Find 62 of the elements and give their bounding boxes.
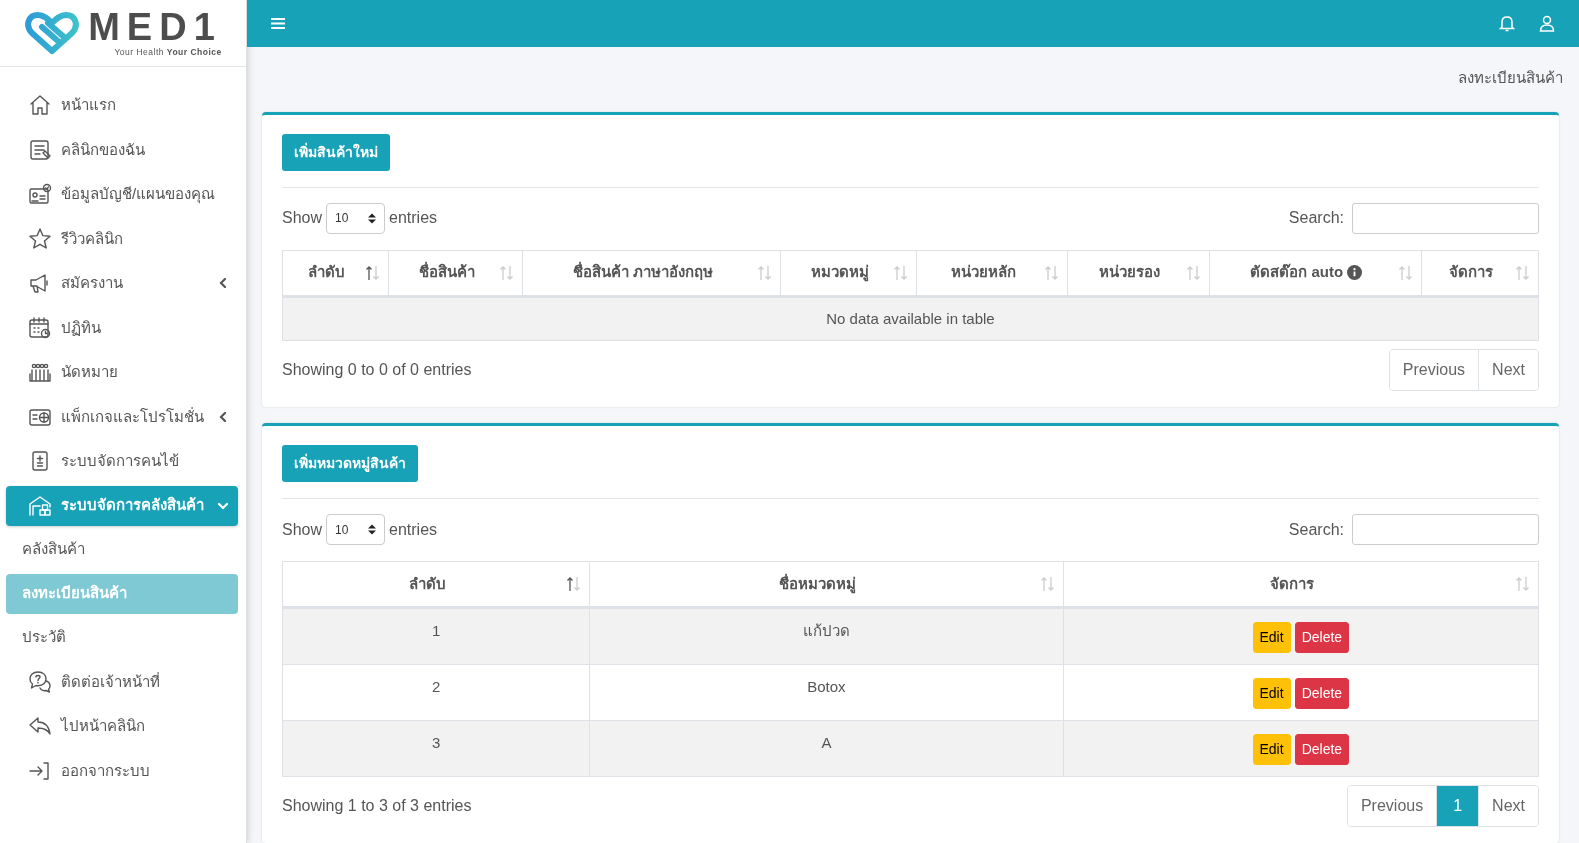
heart-logo-icon [24, 11, 81, 55]
entries-label: entries [389, 519, 438, 540]
chevron-left-icon [218, 411, 228, 422]
delete-button[interactable]: Delete [1294, 734, 1350, 765]
show-label: Show [282, 208, 323, 228]
menu-icon[interactable] [271, 17, 285, 30]
sidebar-item[interactable]: ไปหน้าคลินิก [6, 704, 238, 749]
updown-caret-icon [368, 212, 377, 224]
chevron-left-icon [218, 278, 228, 289]
warehouse-icon [28, 493, 52, 518]
bell-icon[interactable] [1499, 15, 1515, 32]
sidebar-item[interactable]: สมัครงาน [6, 261, 238, 306]
table-cell: 3 [282, 720, 590, 777]
sidebar-item[interactable]: ข้อมูลบัญชี/แผนของคุณ [6, 172, 238, 217]
edit-button[interactable]: Edit [1252, 678, 1291, 709]
sidebar-item[interactable]: แพ็กเกจและโปรโมชั่น [6, 394, 238, 439]
search-field[interactable] [1352, 202, 1539, 234]
sidebar-item[interactable]: หน้าแรก [6, 83, 238, 128]
table-cell: แก้ปวด [589, 607, 1064, 665]
table-cell: Botox [589, 664, 1064, 721]
question-chat-icon [28, 669, 52, 694]
page-length-select[interactable]: 10 [326, 202, 386, 234]
document-icon [28, 137, 52, 162]
id-card-icon [28, 182, 52, 207]
sidebar-subitem[interactable]: ประวัติ [6, 617, 238, 658]
table-cell: 1 [282, 607, 590, 665]
sidebar-subitem[interactable]: คลังสินค้า [6, 529, 238, 570]
sidebar-item[interactable]: ระบบจัดการคนไข้ [6, 439, 238, 484]
table-info: Showing 1 to 3 of 3 entries [282, 796, 472, 816]
edit-button[interactable]: Edit [1252, 734, 1291, 765]
sidebar-item[interactable]: นัดหมาย [6, 350, 238, 395]
table-cell: 2 [282, 664, 590, 721]
sidebar-item[interactable]: รีวิวคลินิก [6, 216, 238, 261]
sidebar-item[interactable]: ติดต่อเจ้าหน้าที่ [6, 659, 238, 704]
search-label: Search: [1288, 208, 1344, 228]
empty-table-message: No data available in table [282, 296, 1539, 341]
calendar-icon [28, 315, 52, 340]
delete-button[interactable]: Delete [1294, 622, 1350, 653]
table-info: Showing 0 to 0 of 0 entries [282, 360, 472, 380]
show-label: Show [282, 519, 323, 540]
page-length-select[interactable]: 10 [326, 514, 386, 545]
pagination-link[interactable]: Next [1478, 786, 1538, 826]
sidebar-item[interactable]: คลินิกของฉัน [6, 127, 238, 172]
user-icon[interactable] [1539, 15, 1555, 32]
sidebar-item[interactable]: ปฏิทิน [6, 305, 238, 350]
star-icon [28, 226, 52, 251]
search-field[interactable] [1352, 514, 1539, 545]
logo-text: MED1 [88, 7, 222, 46]
sidebar-item[interactable]: ออกจากระบบ [6, 748, 238, 793]
logo-tagline: Your Health Your Choice [114, 45, 222, 59]
breadcrumb-item: ลงทะเบียนสินค้า [1458, 68, 1563, 88]
delete-button[interactable]: Delete [1294, 678, 1350, 709]
chevron-down-icon [218, 500, 228, 511]
updown-caret-icon [368, 524, 377, 535]
sort-icon[interactable] [365, 264, 381, 281]
search-label: Search: [1288, 519, 1344, 540]
edit-button[interactable]: Edit [1252, 622, 1291, 653]
sort-icon[interactable] [566, 576, 582, 592]
table-cell: A [589, 720, 1064, 777]
home-icon [28, 93, 52, 118]
pagination-link[interactable]: Next [1478, 350, 1538, 390]
entries-label: entries [389, 208, 438, 228]
